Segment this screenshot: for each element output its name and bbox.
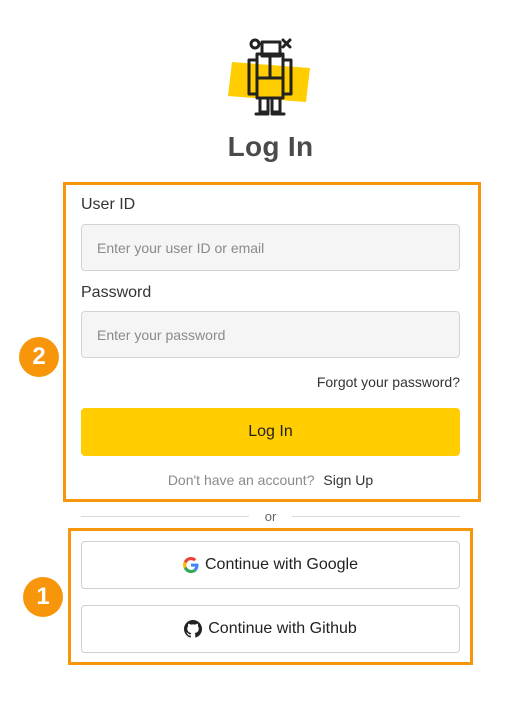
callout-badge-1: 1	[23, 577, 63, 617]
signup-row: Don't have an account? Sign Up	[0, 472, 521, 488]
user-id-input[interactable]	[81, 224, 460, 271]
login-button[interactable]: Log In	[81, 408, 460, 456]
or-divider: or	[81, 508, 460, 524]
divider-line-right	[292, 515, 460, 517]
callout-badge-2: 2	[19, 337, 59, 377]
google-button-label: Continue with Google	[205, 556, 358, 573]
google-login-button[interactable]: Continue with Google	[81, 541, 460, 589]
app-logo	[226, 36, 314, 122]
divider-line-left	[81, 515, 249, 517]
password-label: Password	[81, 284, 152, 301]
password-input[interactable]	[81, 311, 460, 358]
page-title: Log In	[227, 131, 314, 162]
no-account-text: Don't have an account?	[167, 472, 315, 488]
github-button-label: Continue with Github	[208, 620, 357, 637]
github-login-button[interactable]: Continue with Github	[81, 605, 460, 653]
divider-text: or	[264, 508, 277, 524]
signup-link[interactable]: Sign Up	[323, 472, 373, 488]
github-icon	[184, 620, 203, 638]
google-icon	[183, 557, 199, 573]
robot-logo-icon	[228, 38, 310, 116]
forgot-password-link[interactable]: Forgot your password?	[317, 374, 460, 390]
user-id-label: User ID	[81, 196, 136, 213]
